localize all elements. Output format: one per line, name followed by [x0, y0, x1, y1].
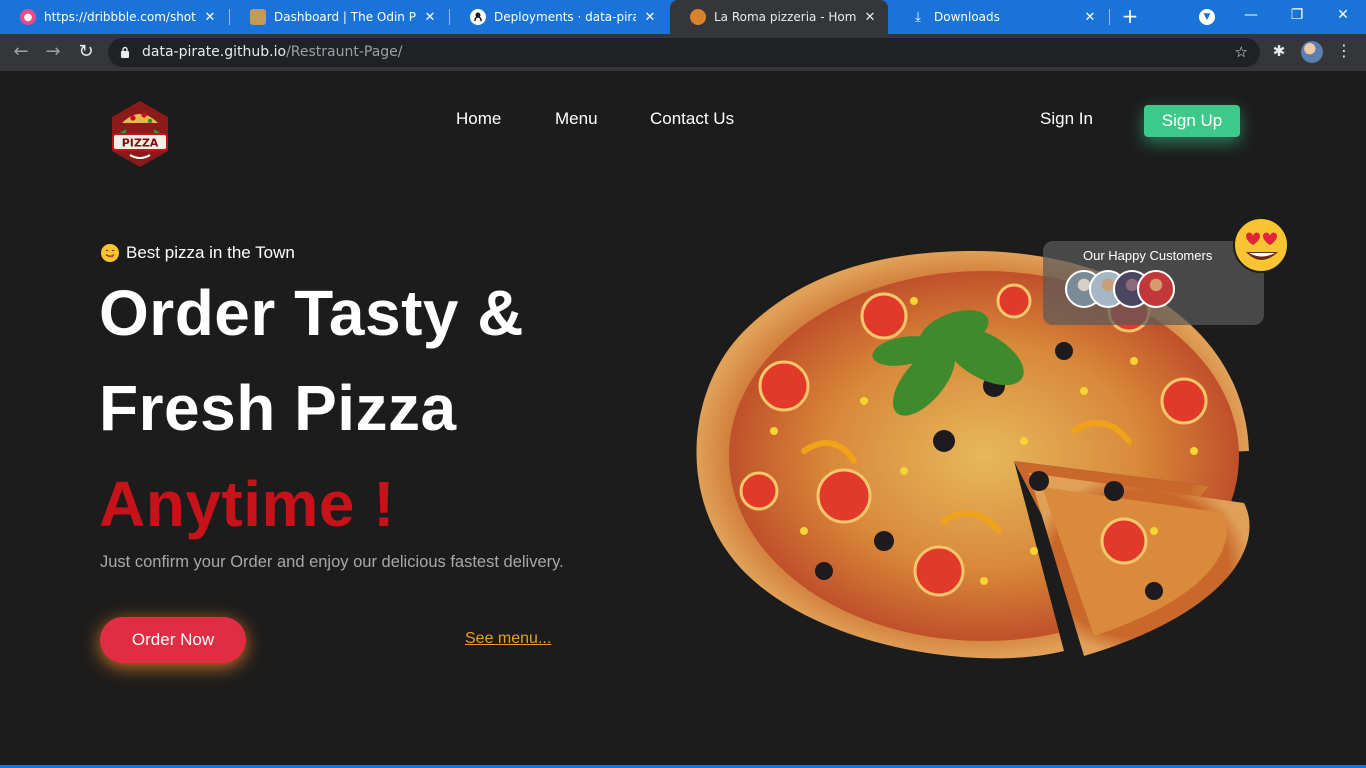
address-bar[interactable]: data-pirate.github.io/Restraunt-Page/ ☆ — [108, 38, 1260, 67]
hero-heading-line1: Order Tasty & — [99, 277, 524, 349]
forward-icon[interactable]: → — [41, 40, 65, 64]
see-menu-link[interactable]: See menu... — [465, 630, 551, 648]
nav-contact-link[interactable]: Contact Us — [650, 109, 734, 129]
tab-title: Dashboard | The Odin Project — [274, 10, 416, 24]
bookmark-star-icon[interactable]: ☆ — [1235, 38, 1248, 67]
close-tab-icon[interactable]: ✕ — [202, 10, 218, 25]
new-tab-icon[interactable]: + — [1118, 5, 1142, 29]
tab-downloads[interactable]: ⤓ Downloads ✕ — [890, 0, 1108, 34]
tab-dribbble[interactable]: ● https://dribbble.com/shots/1 ✕ — [0, 0, 228, 34]
extensions-puzzle-icon[interactable]: ✱ — [1270, 40, 1288, 62]
close-window-icon[interactable]: ✕ — [1320, 0, 1366, 30]
tab-github-deployments[interactable]: Deployments · data-pirate/Re ✕ — [450, 0, 668, 34]
nav-menu-link[interactable]: Menu — [555, 109, 598, 129]
url-path: /Restraunt-Page/ — [286, 44, 403, 60]
logo-text: PIZZA — [122, 137, 159, 150]
page-content: PIZZA Home Menu Contact Us Sign In Sign … — [0, 71, 1366, 765]
minimize-icon[interactable]: — — [1228, 0, 1274, 30]
profile-avatar[interactable] — [1301, 41, 1323, 63]
url-domain: data-pirate.github.io — [142, 44, 287, 60]
lock-icon — [121, 46, 129, 58]
tab-title: https://dribbble.com/shots/1 — [44, 10, 196, 24]
sign-in-link[interactable]: Sign In — [1040, 109, 1093, 129]
customer-avatar — [1137, 270, 1175, 308]
back-icon[interactable]: ← — [9, 40, 33, 64]
tagline: Best pizza in the Town — [101, 243, 295, 263]
tab-divider — [1109, 9, 1110, 25]
tab-title: La Roma pizzeria - Home — [714, 10, 856, 24]
tab-odin-project[interactable]: Dashboard | The Odin Project ✕ — [230, 0, 448, 34]
browser-tab-strip: ● https://dribbble.com/shots/1 ✕ Dashboa… — [0, 0, 1366, 34]
restore-icon[interactable]: ❐ — [1274, 0, 1320, 30]
browser-menu-icon[interactable]: ⋮ — [1336, 40, 1352, 62]
tab-title: Deployments · data-pirate/Re — [494, 10, 636, 24]
reload-icon[interactable]: ↻ — [74, 40, 98, 64]
browser-toolbar: ← → ↻ data-pirate.github.io/Restraunt-Pa… — [0, 34, 1366, 71]
pizza-favicon-icon — [690, 9, 706, 25]
order-now-button[interactable]: Order Now — [100, 617, 246, 663]
pizza-logo[interactable]: PIZZA — [100, 99, 180, 169]
odin-project-icon — [250, 9, 266, 25]
close-tab-icon[interactable]: ✕ — [862, 10, 878, 25]
hero-heading-line2: Fresh Pizza — [99, 372, 457, 444]
close-tab-icon[interactable]: ✕ — [422, 10, 438, 25]
sign-up-button[interactable]: Sign Up — [1144, 105, 1240, 137]
heart-eyes-emoji-icon — [1233, 217, 1289, 273]
close-tab-icon[interactable]: ✕ — [1082, 10, 1098, 25]
github-icon — [470, 9, 486, 25]
hero-subtitle: Just confirm your Order and enjoy our de… — [100, 553, 564, 571]
close-tab-icon[interactable]: ✕ — [642, 10, 658, 25]
tab-la-roma-pizzeria[interactable]: La Roma pizzeria - Home ✕ — [670, 0, 888, 34]
happy-customers-label: Our Happy Customers — [1083, 248, 1213, 263]
url-text: data-pirate.github.io/Restraunt-Page/ — [142, 38, 403, 67]
download-icon: ⤓ — [915, 9, 921, 25]
happy-customers-card: Our Happy Customers — [1043, 241, 1264, 325]
dribbble-icon: ● — [20, 9, 36, 25]
hero-heading-line3: Anytime ! — [99, 468, 396, 540]
tagline-text: Best pizza in the Town — [126, 243, 295, 262]
yum-face-icon — [101, 244, 119, 262]
tab-title: Downloads — [934, 10, 1000, 24]
nav-home-link[interactable]: Home — [456, 109, 501, 129]
tab-search-icon[interactable]: ▼ — [1199, 9, 1215, 25]
